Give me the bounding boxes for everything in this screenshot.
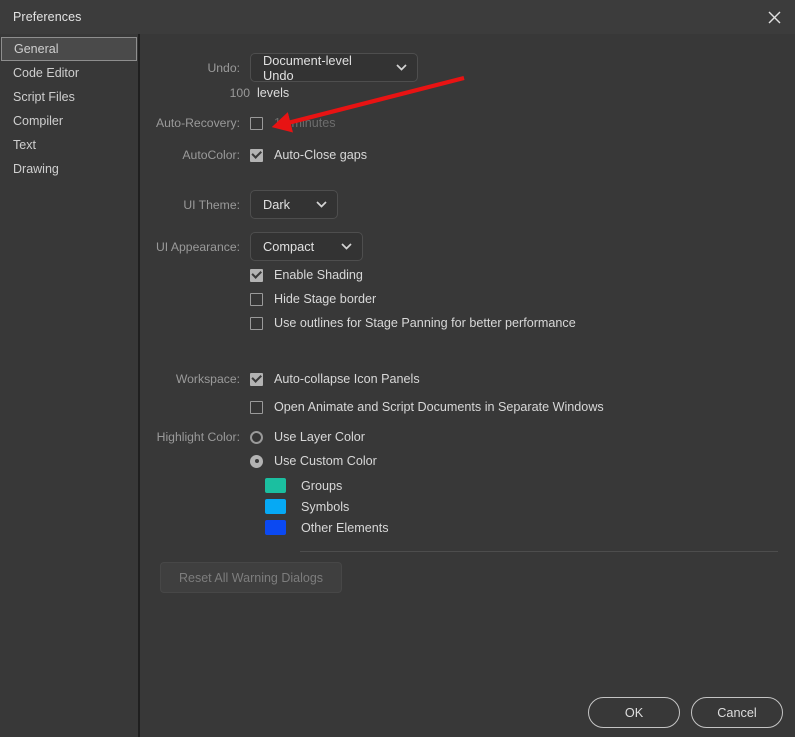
auto-color-label: AutoColor: <box>182 148 240 162</box>
undo-levels-row: 100 levels <box>140 86 290 100</box>
ui-appearance-value: Compact <box>263 239 315 254</box>
sidebar-item-label: Code Editor <box>13 66 80 80</box>
ui-appearance-row: UI Appearance: Compact <box>140 232 363 261</box>
undo-mode-value: Document-level Undo <box>263 52 352 83</box>
other-elements-label: Other Elements <box>301 520 389 535</box>
enable-shading-row: Enable Shading <box>250 268 363 282</box>
sidebar-item-label: Script Files <box>13 90 75 104</box>
other-elements-color-swatch[interactable] <box>265 520 286 535</box>
symbols-label: Symbols <box>301 499 350 514</box>
highlight-color-row: Highlight Color: Use Layer Color <box>140 430 365 444</box>
use-outlines-checkbox[interactable] <box>250 316 263 330</box>
cancel-button-label: Cancel <box>717 705 757 720</box>
auto-collapse-icon-panels-label: Auto-collapse Icon Panels <box>274 372 420 386</box>
cancel-button[interactable]: Cancel <box>691 697 783 728</box>
hide-stage-border-row: Hide Stage border <box>250 292 376 306</box>
workspace-row: Workspace: Auto-collapse Icon Panels <box>140 372 420 386</box>
dialog-body: General Code Editor Script Files Compile… <box>0 34 795 737</box>
undo-label: Undo: <box>207 60 240 75</box>
separate-windows-checkbox[interactable] <box>250 400 263 414</box>
enable-shading-checkbox[interactable] <box>250 268 263 282</box>
auto-collapse-icon-panels-checkbox[interactable] <box>250 372 263 386</box>
sidebar-item-code-editor[interactable]: Code Editor <box>0 61 138 85</box>
use-custom-color-row: Use Custom Color <box>250 454 377 468</box>
ui-appearance-label: UI Appearance: <box>155 239 240 254</box>
auto-recovery-checkbox[interactable] <box>250 116 263 130</box>
sidebar-item-drawing[interactable]: Drawing <box>0 157 138 181</box>
sidebar-item-general[interactable]: General <box>1 37 137 61</box>
ui-theme-select[interactable]: Dark <box>250 190 338 219</box>
chevron-down-icon <box>302 201 327 208</box>
sidebar-item-compiler[interactable]: Compiler <box>0 109 138 133</box>
hide-stage-border-label: Hide Stage border <box>274 292 377 306</box>
sidebar-item-text[interactable]: Text <box>0 133 138 157</box>
enable-shading-label: Enable Shading <box>274 268 363 282</box>
dialog-footer: OK Cancel <box>588 697 783 728</box>
reset-all-warning-dialogs-button[interactable]: Reset All Warning Dialogs <box>160 562 343 593</box>
auto-close-gaps-checkbox[interactable] <box>250 148 263 162</box>
chevron-down-icon <box>382 64 407 71</box>
use-outlines-label: Use outlines for Stage Panning for bette… <box>274 316 576 330</box>
separate-windows-label: Open Animate and Script Documents in Sep… <box>274 400 604 414</box>
symbols-color-swatch[interactable] <box>265 499 286 514</box>
sidebar-item-label: General <box>14 42 59 56</box>
ok-button-label: OK <box>624 705 644 720</box>
sidebar-item-label: Drawing <box>13 162 59 176</box>
use-outlines-row: Use outlines for Stage Panning for bette… <box>250 316 576 330</box>
highlight-color-label: Highlight Color: <box>156 430 240 444</box>
workspace-label: Workspace: <box>175 372 240 386</box>
window-title: Preferences <box>13 10 82 24</box>
hide-stage-border-checkbox[interactable] <box>250 292 263 306</box>
ui-theme-label: UI Theme: <box>183 197 240 212</box>
separate-windows-row: Open Animate and Script Documents in Sep… <box>250 400 604 414</box>
undo-levels-unit: levels <box>257 86 290 100</box>
groups-swatch-row: Groups <box>265 478 342 493</box>
groups-color-swatch[interactable] <box>265 478 286 493</box>
groups-label: Groups <box>301 478 343 493</box>
use-custom-color-radio[interactable] <box>250 454 263 468</box>
undo-levels-count: 100 <box>229 86 250 100</box>
sidebar-item-script-files[interactable]: Script Files <box>0 85 138 109</box>
use-custom-color-label: Use Custom Color <box>274 454 377 468</box>
ui-appearance-select[interactable]: Compact <box>250 232 363 261</box>
ui-theme-row: UI Theme: Dark <box>140 190 338 219</box>
symbols-swatch-row: Symbols <box>265 499 349 514</box>
sidebar-item-label: Text <box>13 138 36 152</box>
category-sidebar: General Code Editor Script Files Compile… <box>0 34 140 737</box>
preferences-panel: Undo: Document-level Undo 100 levels Aut… <box>140 34 795 737</box>
auto-recovery-interval-text: 10 minutes <box>274 116 336 130</box>
sidebar-item-label: Compiler <box>13 114 64 128</box>
auto-color-row: AutoColor: Auto-Close gaps <box>140 148 367 162</box>
other-elements-swatch-row: Other Elements <box>265 520 389 535</box>
titlebar: Preferences <box>0 0 795 34</box>
auto-close-gaps-label: Auto-Close gaps <box>274 148 368 162</box>
reset-button-label: Reset All Warning Dialogs <box>179 570 324 585</box>
preferences-dialog: Preferences General Code Editor Script F… <box>0 0 795 737</box>
undo-mode-select[interactable]: Document-level Undo <box>250 52 418 83</box>
use-layer-color-label: Use Layer Color <box>274 430 365 444</box>
close-icon[interactable] <box>761 4 787 30</box>
chevron-down-icon <box>327 243 352 250</box>
auto-recovery-row: Auto-Recovery: 10 minutes <box>140 116 336 130</box>
section-divider <box>300 551 778 552</box>
ui-theme-value: Dark <box>263 197 291 212</box>
undo-row: Undo: Document-level Undo <box>140 52 418 83</box>
use-layer-color-radio[interactable] <box>250 430 263 444</box>
auto-recovery-label: Auto-Recovery: <box>156 116 240 130</box>
ok-button[interactable]: OK <box>588 697 680 728</box>
